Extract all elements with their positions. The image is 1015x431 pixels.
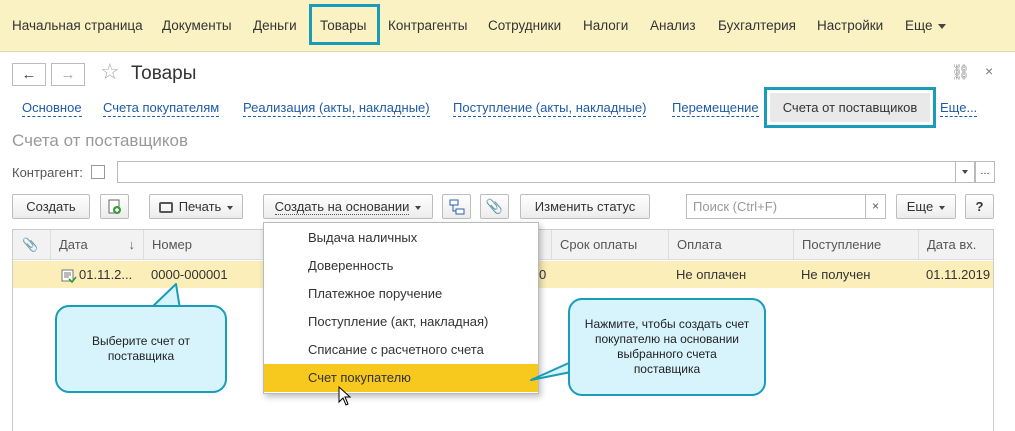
- callout-create-customer-invoice: Нажмите, чтобы создать счет покупателю н…: [568, 298, 766, 396]
- callout-select-invoice-text: Выберите счет от поставщика: [92, 334, 190, 363]
- callout-select-invoice: Выберите счет от поставщика: [55, 305, 227, 393]
- callout-create-customer-invoice-text: Нажмите, чтобы создать счет покупателю н…: [584, 317, 750, 376]
